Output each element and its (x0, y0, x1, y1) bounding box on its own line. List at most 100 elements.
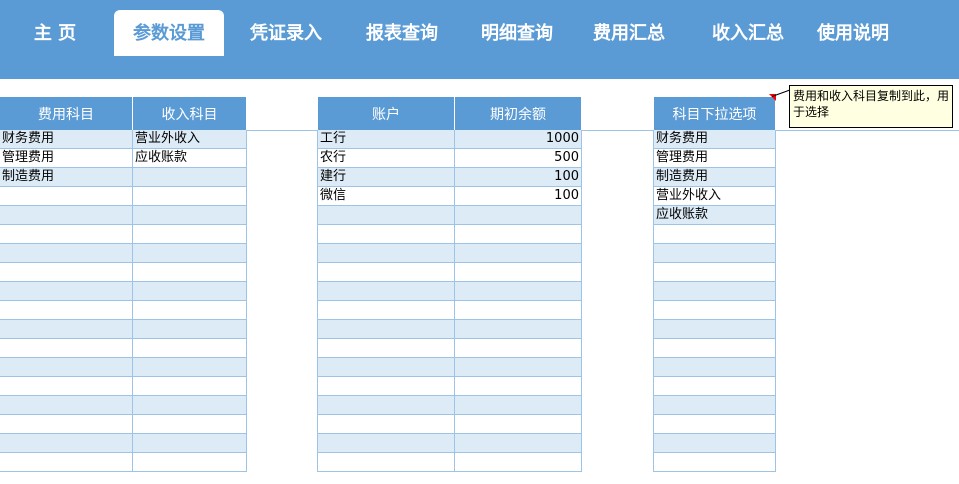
tab-report-query[interactable]: 报表查询 (354, 10, 450, 56)
table-cell[interactable] (454, 414, 582, 434)
table-cell[interactable] (0, 433, 133, 453)
table-cell[interactable]: 制造费用 (0, 167, 133, 187)
table-cell[interactable]: 营业外收入 (653, 186, 776, 206)
table-cell[interactable] (653, 281, 776, 301)
table-cell[interactable]: 应收账款 (653, 205, 776, 225)
table-cell[interactable] (653, 300, 776, 320)
table-cell[interactable] (653, 243, 776, 263)
table-cell[interactable] (132, 186, 247, 206)
table-cell[interactable] (454, 224, 582, 244)
table-cell[interactable] (653, 395, 776, 415)
table-cell[interactable] (454, 357, 582, 377)
table-cell[interactable] (653, 376, 776, 396)
table-cell[interactable] (0, 205, 133, 225)
table-cell[interactable] (132, 319, 247, 339)
table-cell[interactable] (653, 319, 776, 339)
table-cell[interactable] (317, 338, 455, 358)
tab-home[interactable]: 主 页 (14, 10, 96, 56)
table-cell[interactable] (653, 414, 776, 434)
table-cell[interactable] (317, 357, 455, 377)
table-cell[interactable] (317, 433, 455, 453)
table-cell[interactable] (454, 262, 582, 282)
table-cell[interactable] (132, 167, 247, 187)
tab-expense-summary[interactable]: 费用汇总 (581, 10, 677, 56)
table-cell[interactable] (0, 452, 133, 472)
tab-voucher-entry[interactable]: 凭证录入 (238, 10, 334, 56)
tab-parameter-settings[interactable]: 参数设置 (114, 10, 224, 56)
table-cell[interactable] (132, 262, 247, 282)
table-cell[interactable] (454, 376, 582, 396)
table-cell[interactable] (317, 205, 455, 225)
table-cell[interactable]: 营业外收入 (132, 130, 247, 149)
table-cell[interactable] (454, 452, 582, 472)
table-cell[interactable] (0, 186, 133, 206)
table-cell[interactable] (317, 281, 455, 301)
table-cell[interactable] (653, 224, 776, 244)
table-cell[interactable]: 管理费用 (653, 148, 776, 168)
table-cell[interactable] (132, 414, 247, 434)
table-cell[interactable]: 财务费用 (0, 130, 133, 149)
table-cell[interactable] (317, 262, 455, 282)
table-cell[interactable] (132, 452, 247, 472)
table-cell[interactable] (454, 433, 582, 453)
table-cell[interactable]: 财务费用 (653, 130, 776, 149)
table-cell[interactable] (317, 376, 455, 396)
table-cell[interactable] (132, 281, 247, 301)
table-cell[interactable]: 制造费用 (653, 167, 776, 187)
table-cell[interactable] (454, 319, 582, 339)
tab-detail-query[interactable]: 明细查询 (469, 10, 565, 56)
table-cell[interactable] (132, 395, 247, 415)
tab-income-summary[interactable]: 收入汇总 (700, 10, 796, 56)
column-header-subject-dropdown-options[interactable]: 科目下拉选项 (653, 97, 776, 130)
table-cell[interactable] (317, 319, 455, 339)
table-cell[interactable] (653, 357, 776, 377)
table-cell[interactable] (132, 224, 247, 244)
table-cell[interactable] (317, 224, 455, 244)
table-cell[interactable]: 500 (454, 148, 582, 168)
table-cell[interactable]: 微信 (317, 186, 455, 206)
table-cell[interactable] (317, 300, 455, 320)
table-cell[interactable] (132, 338, 247, 358)
table-cell[interactable] (0, 224, 133, 244)
table-cell[interactable] (0, 357, 133, 377)
tab-usage-instructions[interactable]: 使用说明 (805, 10, 901, 56)
table-cell[interactable] (0, 376, 133, 396)
table-cell[interactable] (653, 433, 776, 453)
table-cell[interactable]: 应收账款 (132, 148, 247, 168)
table-cell[interactable] (132, 205, 247, 225)
table-cell[interactable] (0, 319, 133, 339)
table-cell[interactable] (454, 243, 582, 263)
table-cell[interactable] (454, 205, 582, 225)
table-cell[interactable] (317, 395, 455, 415)
table-cell[interactable]: 管理费用 (0, 148, 133, 168)
table-cell[interactable] (317, 243, 455, 263)
table-cell[interactable]: 农行 (317, 148, 455, 168)
table-cell[interactable] (132, 357, 247, 377)
column-header-income-subject[interactable]: 收入科目 (132, 97, 247, 130)
table-cell[interactable] (653, 262, 776, 282)
table-cell[interactable]: 1000 (454, 130, 582, 149)
table-cell[interactable] (0, 262, 133, 282)
table-cell[interactable] (0, 414, 133, 434)
column-header-expense-subject[interactable]: 费用科目 (0, 97, 133, 130)
table-cell[interactable] (653, 338, 776, 358)
table-cell[interactable] (132, 376, 247, 396)
table-cell[interactable] (454, 281, 582, 301)
table-cell[interactable]: 建行 (317, 167, 455, 187)
table-cell[interactable] (454, 300, 582, 320)
table-cell[interactable] (454, 338, 582, 358)
table-cell[interactable] (0, 243, 133, 263)
table-cell[interactable]: 100 (454, 186, 582, 206)
table-cell[interactable] (132, 433, 247, 453)
table-cell[interactable]: 100 (454, 167, 582, 187)
table-cell[interactable] (0, 338, 133, 358)
table-cell[interactable] (0, 395, 133, 415)
table-cell[interactable] (653, 452, 776, 472)
column-header-account[interactable]: 账户 (317, 97, 455, 130)
table-cell[interactable] (132, 300, 247, 320)
table-cell[interactable] (317, 414, 455, 434)
table-cell[interactable] (0, 300, 133, 320)
column-header-opening-balance[interactable]: 期初余额 (454, 97, 582, 130)
table-cell[interactable] (132, 243, 247, 263)
table-cell[interactable]: 工行 (317, 130, 455, 149)
